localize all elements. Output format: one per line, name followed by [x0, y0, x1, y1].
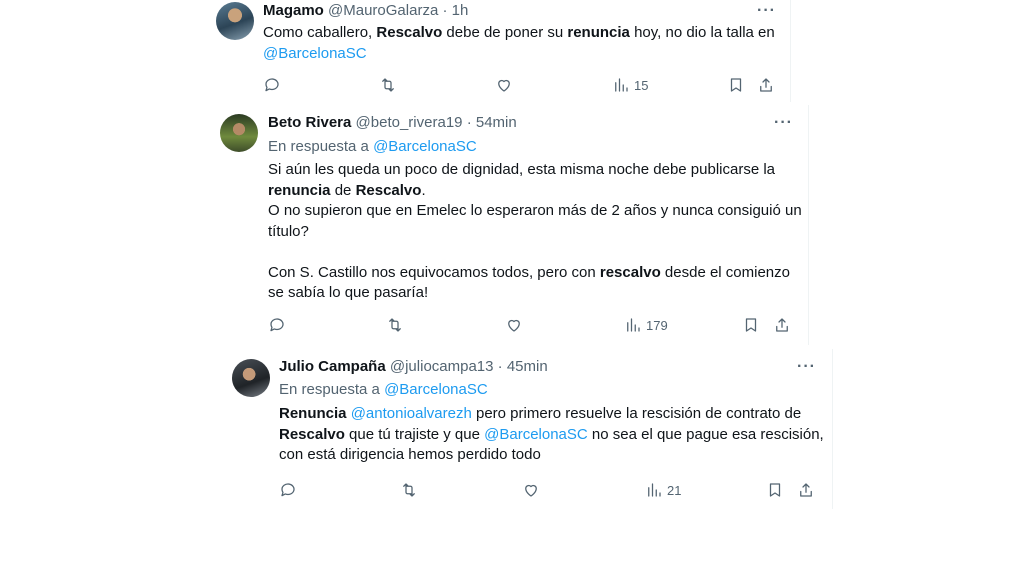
more-icon[interactable]: ··· [757, 3, 776, 19]
like-icon [525, 484, 537, 497]
more-icon[interactable]: ··· [797, 359, 816, 375]
author-handle[interactable]: @MauroGalarza [328, 2, 438, 19]
tweet-actions: 15 [263, 75, 783, 95]
reply-icon [281, 483, 295, 497]
like-button[interactable] [495, 75, 513, 95]
author-name[interactable]: Beto Rivera [268, 114, 351, 131]
tweet-time[interactable]: · 45min [498, 358, 548, 375]
retweet-button[interactable] [379, 75, 397, 95]
views-icon [627, 318, 640, 332]
replying-to: En respuesta a @BarcelonaSC [268, 137, 477, 157]
text-segment: pero primero resuelve la rescisión de co… [471, 405, 802, 422]
reply-button[interactable] [263, 75, 281, 95]
views-icon [615, 78, 628, 92]
text-segment: de [330, 181, 356, 199]
text-segment: debe de poner su [442, 24, 568, 41]
like-icon [508, 319, 520, 332]
bold-text: rescalvo [599, 263, 661, 281]
bold-text: renuncia [567, 24, 630, 41]
share-button[interactable] [797, 480, 815, 500]
views-button[interactable]: 15 [612, 75, 648, 95]
author-name[interactable]: Julio Campaña [279, 358, 386, 375]
mention-link[interactable]: @BarcelonaSC [484, 426, 588, 443]
avatar[interactable] [216, 2, 254, 40]
tweet-text: Si aún les queda un poco de dignidad, es… [268, 160, 803, 304]
retweet-icon [382, 78, 394, 92]
bookmark-icon [745, 318, 757, 332]
bold-text: Rescalvo [279, 425, 345, 443]
share-icon [776, 318, 788, 332]
share-button[interactable] [757, 75, 775, 95]
share-button[interactable] [773, 315, 791, 335]
text-segment: O no supieron que en Emelec lo esperaron… [268, 202, 802, 240]
tweet-2[interactable]: Beto Rivera @beto_rivera19 · 54min ··· E… [208, 105, 808, 345]
tweet-time[interactable]: · 54min [467, 114, 517, 131]
mention-link[interactable]: @antonioalvarezh [351, 405, 472, 422]
views-count: 15 [634, 77, 649, 93]
avatar[interactable] [232, 359, 270, 397]
reply-mention-link[interactable]: @BarcelonaSC [384, 381, 488, 398]
author-handle[interactable]: @beto_rivera19 [356, 114, 463, 131]
replying-to: En respuesta a @BarcelonaSC [279, 380, 488, 400]
bold-text: renuncia [268, 181, 331, 199]
tweet-text: Como caballero, Rescalvo debe de poner s… [263, 23, 783, 64]
bold-text: Renuncia [279, 405, 347, 422]
text-segment: Si aún les queda un poco de dignidad, es… [268, 161, 776, 178]
bookmark-button[interactable] [727, 75, 745, 95]
divider [832, 349, 833, 509]
bold-text: Rescalvo [355, 181, 422, 199]
more-icon[interactable]: ··· [774, 115, 793, 131]
author-handle[interactable]: @juliocampa13 [390, 358, 494, 375]
replying-label: En respuesta a [268, 138, 369, 155]
divider [808, 105, 809, 345]
text-segment: Como caballero, [263, 24, 377, 41]
tweet-actions: 21 [279, 480, 824, 500]
mention-link[interactable]: @BarcelonaSC [263, 45, 367, 62]
retweet-button[interactable] [400, 480, 418, 500]
views-button[interactable]: 179 [624, 315, 668, 335]
bold-text: Rescalvo [376, 24, 443, 41]
like-icon [498, 79, 510, 92]
views-button[interactable]: 21 [645, 480, 681, 500]
reply-button[interactable] [268, 315, 286, 335]
bookmark-icon [730, 78, 742, 92]
tweet-time[interactable]: · 1h [442, 2, 468, 19]
retweet-button[interactable] [386, 315, 404, 335]
divider [790, 0, 791, 102]
like-button[interactable] [522, 480, 540, 500]
views-count: 21 [667, 482, 682, 498]
bookmark-button[interactable] [742, 315, 760, 335]
share-icon [800, 483, 812, 497]
views-icon [648, 483, 661, 497]
tweet-actions: 179 [268, 315, 803, 335]
replying-label: En respuesta a [279, 381, 380, 398]
bookmark-button[interactable] [766, 480, 784, 500]
reply-icon [265, 78, 279, 92]
tweet-3[interactable]: Julio Campaña @juliocampa13 · 45min ··· … [220, 349, 832, 509]
tweet-text: Renuncia @antonioalvarezh pero primero r… [279, 404, 824, 466]
reply-button[interactable] [279, 480, 297, 500]
share-icon [760, 78, 772, 92]
text-segment: Con S. Castillo nos equivocamos todos, p… [268, 263, 600, 281]
views-count: 179 [646, 317, 668, 333]
like-button[interactable] [505, 315, 523, 335]
text-segment: . [421, 181, 426, 199]
text-segment: hoy, no dio la talla en [629, 24, 775, 41]
author-name[interactable]: Magamo [263, 2, 324, 19]
avatar[interactable] [220, 114, 258, 152]
text-segment: que tú trajiste y que [344, 425, 485, 443]
retweet-icon [389, 318, 401, 332]
reply-icon [270, 318, 284, 332]
tweet-1[interactable]: Magamo @MauroGalarza · 1h ··· Como cabal… [205, 0, 790, 102]
retweet-icon [403, 483, 415, 497]
reply-mention-link[interactable]: @BarcelonaSC [373, 138, 477, 155]
bookmark-icon [769, 483, 781, 497]
